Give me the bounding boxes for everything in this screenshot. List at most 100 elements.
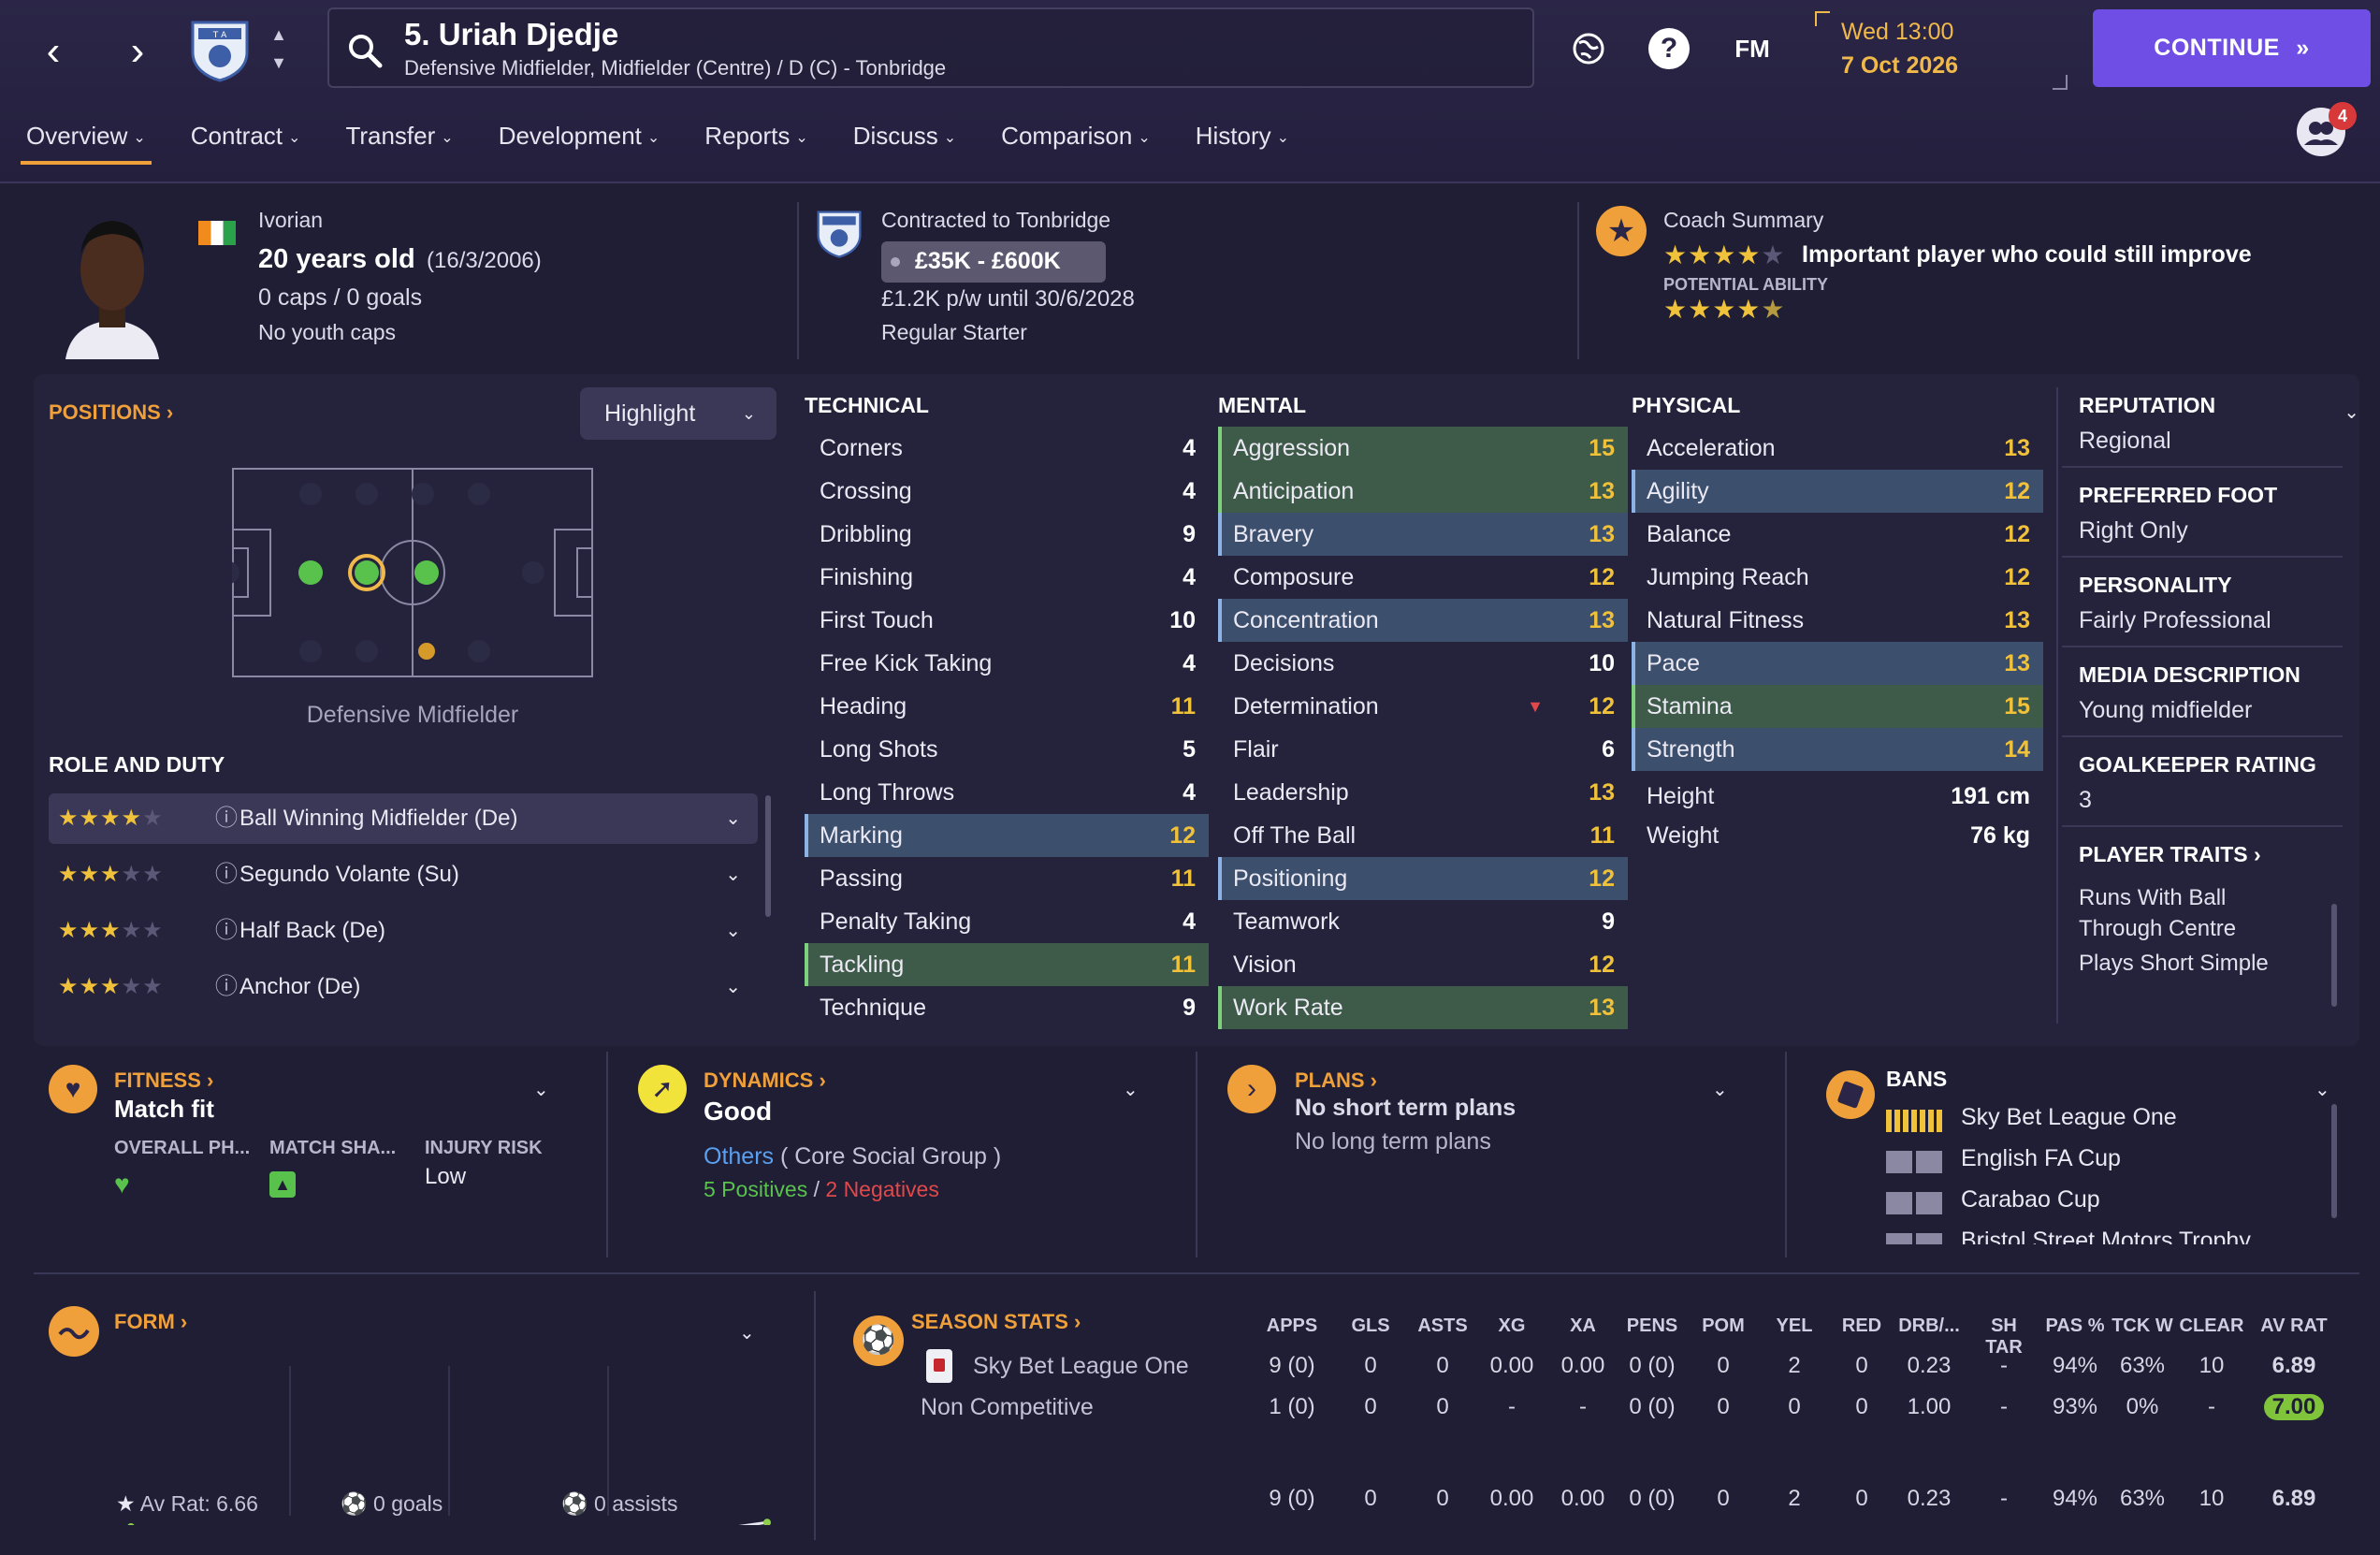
attribute-row[interactable]: Decisions 10 (1218, 642, 1628, 685)
chevron-down-icon[interactable]: ⌄ (533, 1078, 549, 1101)
social-feed-button[interactable]: 4 (2297, 102, 2357, 156)
attribute-row[interactable]: Vision 12 (1218, 943, 1628, 986)
form-link[interactable]: FORM › (114, 1310, 187, 1334)
form-point[interactable] (763, 1519, 771, 1525)
attribute-row[interactable]: Agility 12 (1632, 470, 2043, 513)
attribute-row[interactable]: Acceleration 13 (1632, 427, 2043, 470)
attribute-row[interactable]: Positioning 12 (1218, 857, 1628, 900)
attribute-row[interactable]: Strength 14 (1632, 728, 2043, 771)
continue-button[interactable]: CONTINUE » (2093, 9, 2371, 87)
chevron-down-icon[interactable]: ⌄ (1712, 1078, 1728, 1101)
attribute-row[interactable]: Pace 13 (1632, 642, 2043, 685)
reputation[interactable]: REPUTATION Regional ⌄ (2062, 393, 2359, 468)
attribute-row[interactable]: Marking 12 (805, 814, 1209, 857)
attribute-row[interactable]: Composure 12 (1218, 556, 1628, 599)
chevron-down-icon[interactable]: ⌄ (739, 1321, 755, 1344)
tab-overview[interactable]: Overview ⌄ (21, 120, 152, 167)
role-item[interactable]: ★★★★★ ⓘ Half Back (De) ⌄ (49, 906, 758, 956)
tab-development[interactable]: Development ⌄ (499, 120, 660, 167)
attribute-row[interactable]: First Touch 10 (805, 599, 1209, 642)
search-icon[interactable] (346, 32, 384, 69)
tab-contract[interactable]: Contract ⌄ (191, 120, 301, 167)
date-display[interactable]: Wed 13:00 7 Oct 2026 (1815, 11, 2068, 90)
tab-history[interactable]: History ⌄ (1196, 120, 1289, 167)
attribute-row[interactable]: Penalty Taking 4 (805, 900, 1209, 943)
player-name: 5. Uriah Djedje (404, 17, 619, 51)
tab-transfer[interactable]: Transfer ⌄ (345, 120, 453, 167)
stats-column-header[interactable]: PENS (1619, 1315, 1685, 1337)
attribute-row[interactable]: Flair 6 (1218, 728, 1628, 771)
player-header-box[interactable]: 5. Uriah Djedje Defensive Midfielder, Mi… (327, 7, 1534, 88)
attribute-row[interactable]: Natural Fitness 13 (1632, 599, 2043, 642)
tab-discuss[interactable]: Discuss ⌄ (853, 120, 956, 167)
attribute-row[interactable]: Bravery 13 (1218, 513, 1628, 556)
attribute-row[interactable]: Corners 4 (805, 427, 1209, 470)
attribute-row[interactable]: Determination 12 ▼ (1218, 685, 1628, 728)
attribute-row[interactable]: Technique 9 (805, 986, 1209, 1029)
attribute-row[interactable]: Passing 11 (805, 857, 1209, 900)
attribute-row[interactable]: Finishing 4 (805, 556, 1209, 599)
season-stats-link[interactable]: SEASON STATS › (911, 1310, 1081, 1334)
forward-icon[interactable]: › (114, 28, 161, 75)
stats-column-header[interactable]: XG (1484, 1315, 1540, 1337)
stats-column-header[interactable]: RED (1834, 1315, 1890, 1337)
traits-scrollbar[interactable] (2331, 904, 2337, 1007)
stats-column-header[interactable]: YEL (1766, 1315, 1822, 1337)
player-switch-arrows[interactable]: ▲ ▼ (268, 21, 290, 77)
attribute-row[interactable]: Concentration 13 (1218, 599, 1628, 642)
role-item[interactable]: ★★★★★ ⓘ Ball Winning Midfielder (De) ⌄ (49, 793, 758, 844)
attribute-row[interactable]: Work Rate 13 (1218, 986, 1628, 1029)
fm-icon[interactable]: FM (1720, 28, 1785, 69)
chevron-down-icon[interactable]: ⌄ (725, 962, 741, 1012)
attribute-row[interactable]: Teamwork 9 (1218, 900, 1628, 943)
attribute-row[interactable]: Dribbling 9 (805, 513, 1209, 556)
help-icon[interactable]: ? (1648, 28, 1690, 69)
positions-link[interactable]: POSITIONS › (49, 400, 173, 425)
player-traits[interactable]: PLAYER TRAITS › Runs With Ball Through C… (2062, 842, 2343, 992)
attribute-row[interactable]: Stamina 15 (1632, 685, 2043, 728)
value-badge[interactable]: £35K - £600K (881, 241, 1106, 283)
stats-column-header[interactable]: POM (1695, 1315, 1751, 1337)
attribute-row[interactable]: Leadership 13 (1218, 771, 1628, 814)
tab-reports[interactable]: Reports ⌄ (704, 120, 807, 167)
highlight-dropdown[interactable]: Highlight ⌄ (580, 387, 776, 440)
tab-comparison[interactable]: Comparison ⌄ (1001, 120, 1151, 167)
stats-column-header[interactable]: XA (1555, 1315, 1611, 1337)
attribute-row[interactable]: Long Throws 4 (805, 771, 1209, 814)
attribute-row[interactable]: Balance 12 (1632, 513, 2043, 556)
stats-column-header[interactable]: GLS (1342, 1315, 1399, 1337)
attribute-row[interactable]: Free Kick Taking 4 (805, 642, 1209, 685)
stats-column-header[interactable]: PAS % (2042, 1315, 2108, 1337)
role-item[interactable]: ★★★★★ ⓘ Anchor (De) ⌄ (49, 962, 758, 1012)
attribute-row[interactable]: Heading 11 (805, 685, 1209, 728)
attribute-row[interactable]: Jumping Reach 12 (1632, 556, 2043, 599)
attribute-row[interactable]: Tackling 11 (805, 943, 1209, 986)
stats-column-header[interactable]: ASTS (1415, 1315, 1471, 1337)
attribute-row[interactable]: Anticipation 13 (1218, 470, 1628, 513)
chevron-down-icon[interactable]: ⌄ (2315, 1078, 2330, 1101)
attribute-row[interactable]: Off The Ball 11 (1218, 814, 1628, 857)
attribute-row[interactable]: Long Shots 5 (805, 728, 1209, 771)
stats-column-header[interactable]: CLEAR (2179, 1315, 2244, 1337)
chevron-down-icon[interactable]: ⌄ (725, 850, 741, 900)
back-icon[interactable]: ‹ (30, 28, 77, 75)
dynamics-link[interactable]: DYNAMICS › (704, 1068, 826, 1093)
fitness-link[interactable]: FITNESS › (114, 1068, 213, 1093)
chevron-down-icon[interactable]: ⌄ (1123, 1078, 1139, 1101)
stats-column-header[interactable]: TCK W (2110, 1315, 2175, 1337)
chevron-down-icon[interactable]: ⌄ (2344, 400, 2359, 424)
club-crest-icon[interactable]: T A (187, 17, 253, 82)
role-item[interactable]: ★★★★★ ⓘ Segundo Volante (Su) ⌄ (49, 850, 758, 900)
world-icon[interactable] (1568, 28, 1609, 69)
roles-scrollbar[interactable] (765, 795, 771, 917)
attribute-row[interactable]: Aggression 15 (1218, 427, 1628, 470)
plans-link[interactable]: PLANS › (1295, 1068, 1377, 1093)
stats-column-header[interactable]: APPS (1255, 1315, 1329, 1337)
attribute-row[interactable]: Crossing 4 (805, 470, 1209, 513)
chevron-down-icon[interactable]: ⌄ (725, 906, 741, 956)
stats-column-header[interactable]: AV RAT (2257, 1315, 2331, 1337)
chevron-down-icon[interactable]: ⌄ (725, 793, 741, 844)
form-point[interactable] (127, 1523, 135, 1525)
stats-column-header[interactable]: DRB/... (1892, 1315, 1966, 1337)
bans-scrollbar[interactable] (2331, 1104, 2337, 1218)
